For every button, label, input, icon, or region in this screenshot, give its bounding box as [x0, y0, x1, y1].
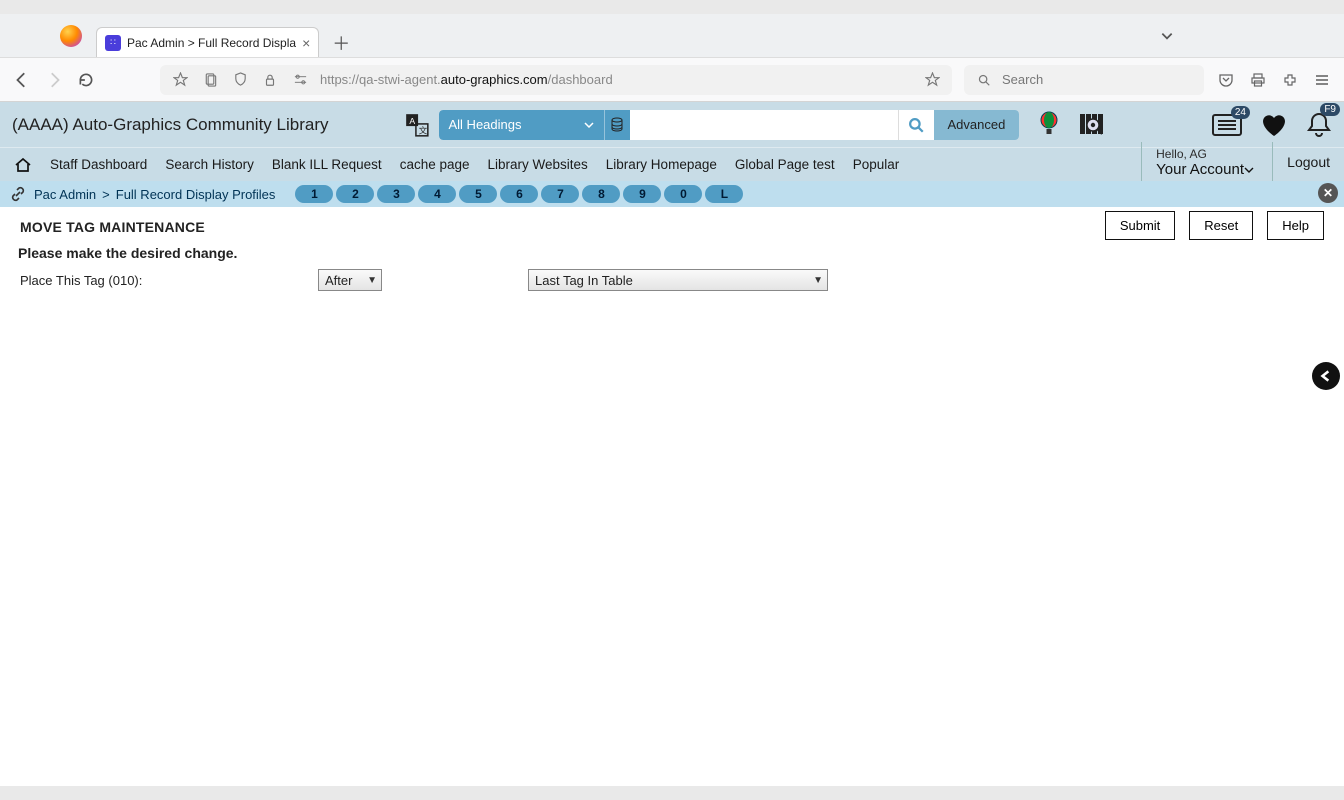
firefox-logo-icon: [60, 25, 82, 47]
pill-8[interactable]: 8: [582, 185, 620, 203]
app-banner: (AAAA) Auto-Graphics Community Library A…: [0, 102, 1344, 147]
pocket-icon[interactable]: [1216, 70, 1236, 90]
pill-9[interactable]: 9: [623, 185, 661, 203]
search-placeholder: Search: [1002, 72, 1043, 87]
library-name: (AAAA) Auto-Graphics Community Library: [12, 115, 329, 135]
tab-favicon-icon: ∷: [105, 35, 121, 51]
catalog-search-button[interactable]: [898, 110, 934, 140]
lock-icon[interactable]: [260, 70, 280, 90]
crumb-separator: >: [102, 187, 110, 202]
position-select[interactable]: After ▼: [318, 269, 382, 291]
search-scope-dropdown[interactable]: All Headings: [439, 110, 604, 140]
new-tab-button[interactable]: ＋: [327, 29, 355, 57]
nav-global-page-test[interactable]: Global Page test: [735, 157, 835, 172]
target-tag-select[interactable]: Last Tag In Table ▼: [528, 269, 828, 291]
nav-home-icon[interactable]: [14, 157, 32, 173]
submit-button[interactable]: Submit: [1105, 211, 1175, 240]
advanced-label: Advanced: [948, 117, 1006, 132]
main-content: Submit Reset Help MOVE TAG MAINTENANCE P…: [0, 207, 1344, 786]
search-icon: [974, 70, 994, 90]
notifications-badge: F9: [1320, 103, 1340, 116]
nav-back-button[interactable]: [12, 70, 32, 90]
page-subtitle: Please make the desired change.: [18, 245, 1324, 261]
browser-tab-active[interactable]: ∷ Pac Admin > Full Record Displa ×: [96, 27, 319, 57]
pill-1[interactable]: 1: [295, 185, 333, 203]
book-search-icon[interactable]: [1078, 112, 1106, 138]
translate-icon[interactable]: A文: [403, 111, 431, 139]
app-nav: Staff Dashboard Search History Blank ILL…: [0, 147, 1344, 181]
nav-reload-button[interactable]: [76, 70, 96, 90]
browser-search-bar[interactable]: Search: [964, 65, 1204, 95]
pill-6[interactable]: 6: [500, 185, 538, 203]
my-lists-button[interactable]: 24: [1212, 114, 1242, 136]
tabs-dropdown-button[interactable]: [1160, 29, 1174, 43]
chevron-down-icon: ▼: [813, 275, 823, 286]
pill-3[interactable]: 3: [377, 185, 415, 203]
nav-library-homepage[interactable]: Library Homepage: [606, 157, 717, 172]
position-value: After: [325, 273, 352, 288]
tab-title: Pac Admin > Full Record Displa: [127, 36, 296, 50]
app-menu-button[interactable]: [1312, 70, 1332, 90]
side-panel-toggle[interactable]: [1312, 362, 1340, 390]
nav-blank-ill-request[interactable]: Blank ILL Request: [272, 157, 382, 172]
tab-close-button[interactable]: ×: [302, 35, 310, 51]
url-text: https://qa-stwi-agent.auto-graphics.com/…: [320, 72, 912, 87]
pill-4[interactable]: 4: [418, 185, 456, 203]
scope-label: All Headings: [449, 117, 522, 132]
account-hello: Hello, AG: [1156, 147, 1254, 161]
browser-tabstrip: ∷ Pac Admin > Full Record Displa × ＋: [0, 14, 1344, 58]
bookmark-outline-icon[interactable]: [170, 70, 190, 90]
pill-5[interactable]: 5: [459, 185, 497, 203]
nav-popular[interactable]: Popular: [853, 157, 900, 172]
advanced-search-button[interactable]: Advanced: [934, 110, 1020, 140]
address-bar[interactable]: https://qa-stwi-agent.auto-graphics.com/…: [160, 65, 952, 95]
notifications-button[interactable]: F9: [1306, 111, 1332, 139]
nav-staff-dashboard[interactable]: Staff Dashboard: [50, 157, 147, 172]
link-chain-icon: [10, 186, 26, 202]
help-button[interactable]: Help: [1267, 211, 1324, 240]
crumb-full-record-display-profiles[interactable]: Full Record Display Profiles: [116, 187, 276, 202]
pill-2[interactable]: 2: [336, 185, 374, 203]
databases-icon[interactable]: [604, 110, 630, 140]
account-block[interactable]: Hello, AG Your Account: [1141, 142, 1254, 182]
breadcrumb-row: Pac Admin > Full Record Display Profiles…: [0, 181, 1344, 207]
nav-cache-page[interactable]: cache page: [400, 157, 470, 172]
shield-icon[interactable]: [230, 70, 250, 90]
permissions-icon[interactable]: [290, 70, 310, 90]
target-tag-value: Last Tag In Table: [535, 273, 633, 288]
nav-search-history[interactable]: Search History: [165, 157, 254, 172]
print-icon[interactable]: [1248, 70, 1268, 90]
logout-link[interactable]: Logout: [1272, 142, 1330, 182]
nav-forward-button[interactable]: [44, 70, 64, 90]
extensions-icon[interactable]: [1280, 70, 1300, 90]
crumb-pac-admin[interactable]: Pac Admin: [34, 187, 96, 202]
svg-text:文: 文: [418, 124, 427, 135]
pill-0[interactable]: 0: [664, 185, 702, 203]
catalog-search-input[interactable]: [630, 110, 898, 140]
pill-l[interactable]: L: [705, 185, 743, 203]
reset-button[interactable]: Reset: [1189, 211, 1253, 240]
browser-toolbar: https://qa-stwi-agent.auto-graphics.com/…: [0, 58, 1344, 102]
nav-library-websites[interactable]: Library Websites: [488, 157, 588, 172]
lists-count-badge: 24: [1231, 106, 1250, 119]
favorites-button[interactable]: [1260, 112, 1288, 138]
balloon-icon[interactable]: [1038, 111, 1060, 139]
profile-pills: 1 2 3 4 5 6 7 8 9 0 L: [295, 185, 743, 203]
place-tag-label: Place This Tag (010):: [20, 273, 300, 288]
pill-7[interactable]: 7: [541, 185, 579, 203]
chevron-down-icon: [584, 120, 594, 130]
account-your-account: Your Account: [1156, 161, 1254, 178]
chevron-down-icon: ▼: [367, 275, 377, 286]
clipboard-icon[interactable]: [200, 70, 220, 90]
bookmark-star-button[interactable]: [922, 70, 942, 90]
breadcrumb-close-button[interactable]: ✕: [1318, 183, 1338, 203]
svg-text:A: A: [409, 115, 415, 125]
